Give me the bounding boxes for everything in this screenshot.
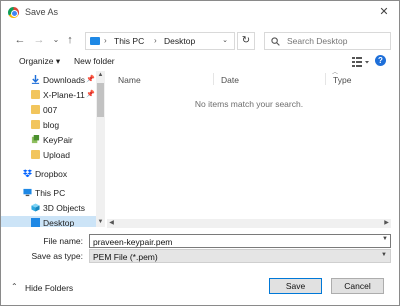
sidebar-scrollbar[interactable]: ▲ ▼ <box>96 71 105 227</box>
desktop-icon <box>31 218 40 227</box>
sidebar-item-3d-objects[interactable]: 3D Objects <box>1 201 96 215</box>
breadcrumb-this-pc[interactable]: This PC <box>114 36 144 46</box>
close-button[interactable]: ✕ <box>373 3 395 21</box>
folder-icon <box>31 90 40 99</box>
sidebar-item-desktop[interactable]: Desktop <box>1 216 96 227</box>
new-folder-button[interactable]: New folder <box>74 56 115 66</box>
sidebar-item-label: 007 <box>43 105 58 115</box>
navigation-bar: ← → ⌄ ↑ › This PC › Desktop ⌄ ↻ <box>1 25 399 55</box>
download-icon <box>31 75 40 84</box>
folder-icon <box>31 120 40 129</box>
address-bar[interactable]: › This PC › Desktop <box>85 32 235 50</box>
save-as-dialog: Save As ✕ ← → ⌄ ↑ › This PC › Desktop ⌄ … <box>0 0 400 306</box>
hide-folders-label: Hide Folders <box>25 283 74 293</box>
up-button[interactable]: ↑ <box>63 33 77 47</box>
save-form: File name: ▼ Save as type: PEM File (*.p… <box>1 229 399 305</box>
sidebar-item-this-pc[interactable]: This PC <box>1 186 96 200</box>
chevron-up-icon: ⌃ <box>11 282 18 291</box>
keypair-icon <box>31 135 40 144</box>
sidebar-item-label: X-Plane-11 <box>43 90 85 100</box>
title-bar: Save As ✕ <box>1 1 399 25</box>
refresh-button[interactable]: ↻ <box>237 32 255 50</box>
column-header-name[interactable]: Name <box>118 75 141 85</box>
save-button[interactable]: Save <box>269 278 322 294</box>
sidebar-item-label: KeyPair <box>43 135 73 145</box>
sidebar-item-label: blog <box>43 120 60 130</box>
recent-locations-button[interactable]: ⌄ <box>49 33 63 47</box>
help-button[interactable]: ? <box>375 55 386 66</box>
sidebar-item-blog[interactable]: blog <box>1 118 96 132</box>
sidebar-item-x-plane-11[interactable]: X-Plane-11 📌 <box>1 88 96 102</box>
scroll-down-icon[interactable]: ▼ <box>96 218 105 227</box>
pin-icon: 📌 <box>86 76 95 83</box>
column-header-date[interactable]: Date <box>221 75 239 85</box>
back-button[interactable]: ← <box>13 33 27 47</box>
window-title: Save As <box>25 7 59 17</box>
column-divider[interactable] <box>325 73 326 85</box>
chrome-icon <box>8 7 19 18</box>
sidebar-item-label: Upload <box>43 150 70 160</box>
save-as-type-value: PEM File (*.pem) <box>93 252 158 262</box>
file-name-label: File name: <box>43 236 83 246</box>
sidebar-item-label: Dropbox <box>35 169 68 179</box>
sidebar-item-label: 3D Objects <box>43 203 86 213</box>
sidebar-item-label: Downloads <box>43 75 86 85</box>
breadcrumb-separator: › <box>154 36 157 45</box>
sidebar-item-007[interactable]: 007 <box>1 103 96 117</box>
save-as-type-label: Save as type: <box>31 251 83 261</box>
scroll-left-icon[interactable]: ◀ <box>107 219 116 228</box>
column-header-type[interactable]: Type <box>333 75 351 85</box>
scrollbar-thumb[interactable] <box>97 83 104 117</box>
computer-icon <box>23 188 32 197</box>
file-name-field[interactable]: ▼ <box>89 234 391 248</box>
scroll-up-icon[interactable]: ▲ <box>96 71 105 80</box>
folder-icon <box>31 105 40 114</box>
forward-button[interactable]: → <box>32 33 46 47</box>
scroll-right-icon[interactable]: ▶ <box>382 219 391 228</box>
search-icon <box>271 37 280 46</box>
sidebar-item-label: Desktop <box>43 218 75 227</box>
pin-icon: 📌 <box>86 91 95 98</box>
sidebar-item-upload[interactable]: Upload <box>1 148 96 162</box>
empty-message: No items match your search. <box>194 99 304 109</box>
column-divider[interactable] <box>213 73 214 85</box>
sidebar-item-label: This PC <box>35 188 66 198</box>
file-name-input[interactable] <box>93 236 373 247</box>
file-list-horizontal-scrollbar[interactable]: ◀ ▶ <box>107 219 391 228</box>
cube-icon <box>31 203 40 212</box>
chevron-down-icon: ▼ <box>381 252 387 258</box>
sidebar-item-dropbox[interactable]: Dropbox <box>1 167 96 181</box>
toolbar: Organize ▾ New folder ? <box>1 55 399 69</box>
dropbox-icon <box>23 169 32 178</box>
sidebar-item-downloads[interactable]: Downloads 📌 <box>1 73 96 87</box>
address-dropdown-button[interactable]: ⌄ <box>217 32 233 50</box>
change-view-icon[interactable] <box>351 55 371 68</box>
sidebar-item-keypair[interactable]: KeyPair <box>1 133 96 147</box>
cancel-button[interactable]: Cancel <box>331 278 384 294</box>
search-input[interactable] <box>287 35 387 47</box>
navigation-pane: Downloads 📌 X-Plane-11 📌 007 blog KeyPai… <box>1 71 105 227</box>
search-box[interactable] <box>264 32 391 50</box>
computer-icon <box>90 37 100 45</box>
organize-button[interactable]: Organize ▾ <box>19 56 60 67</box>
breadcrumb-desktop[interactable]: Desktop <box>164 36 195 46</box>
breadcrumb-separator: › <box>104 36 107 45</box>
chevron-down-icon[interactable]: ▼ <box>382 236 388 242</box>
folder-icon <box>31 150 40 159</box>
save-as-type-select[interactable]: PEM File (*.pem) ▼ <box>89 249 391 263</box>
file-list[interactable]: ︿ Name Date Type No items match your sea… <box>107 70 391 219</box>
